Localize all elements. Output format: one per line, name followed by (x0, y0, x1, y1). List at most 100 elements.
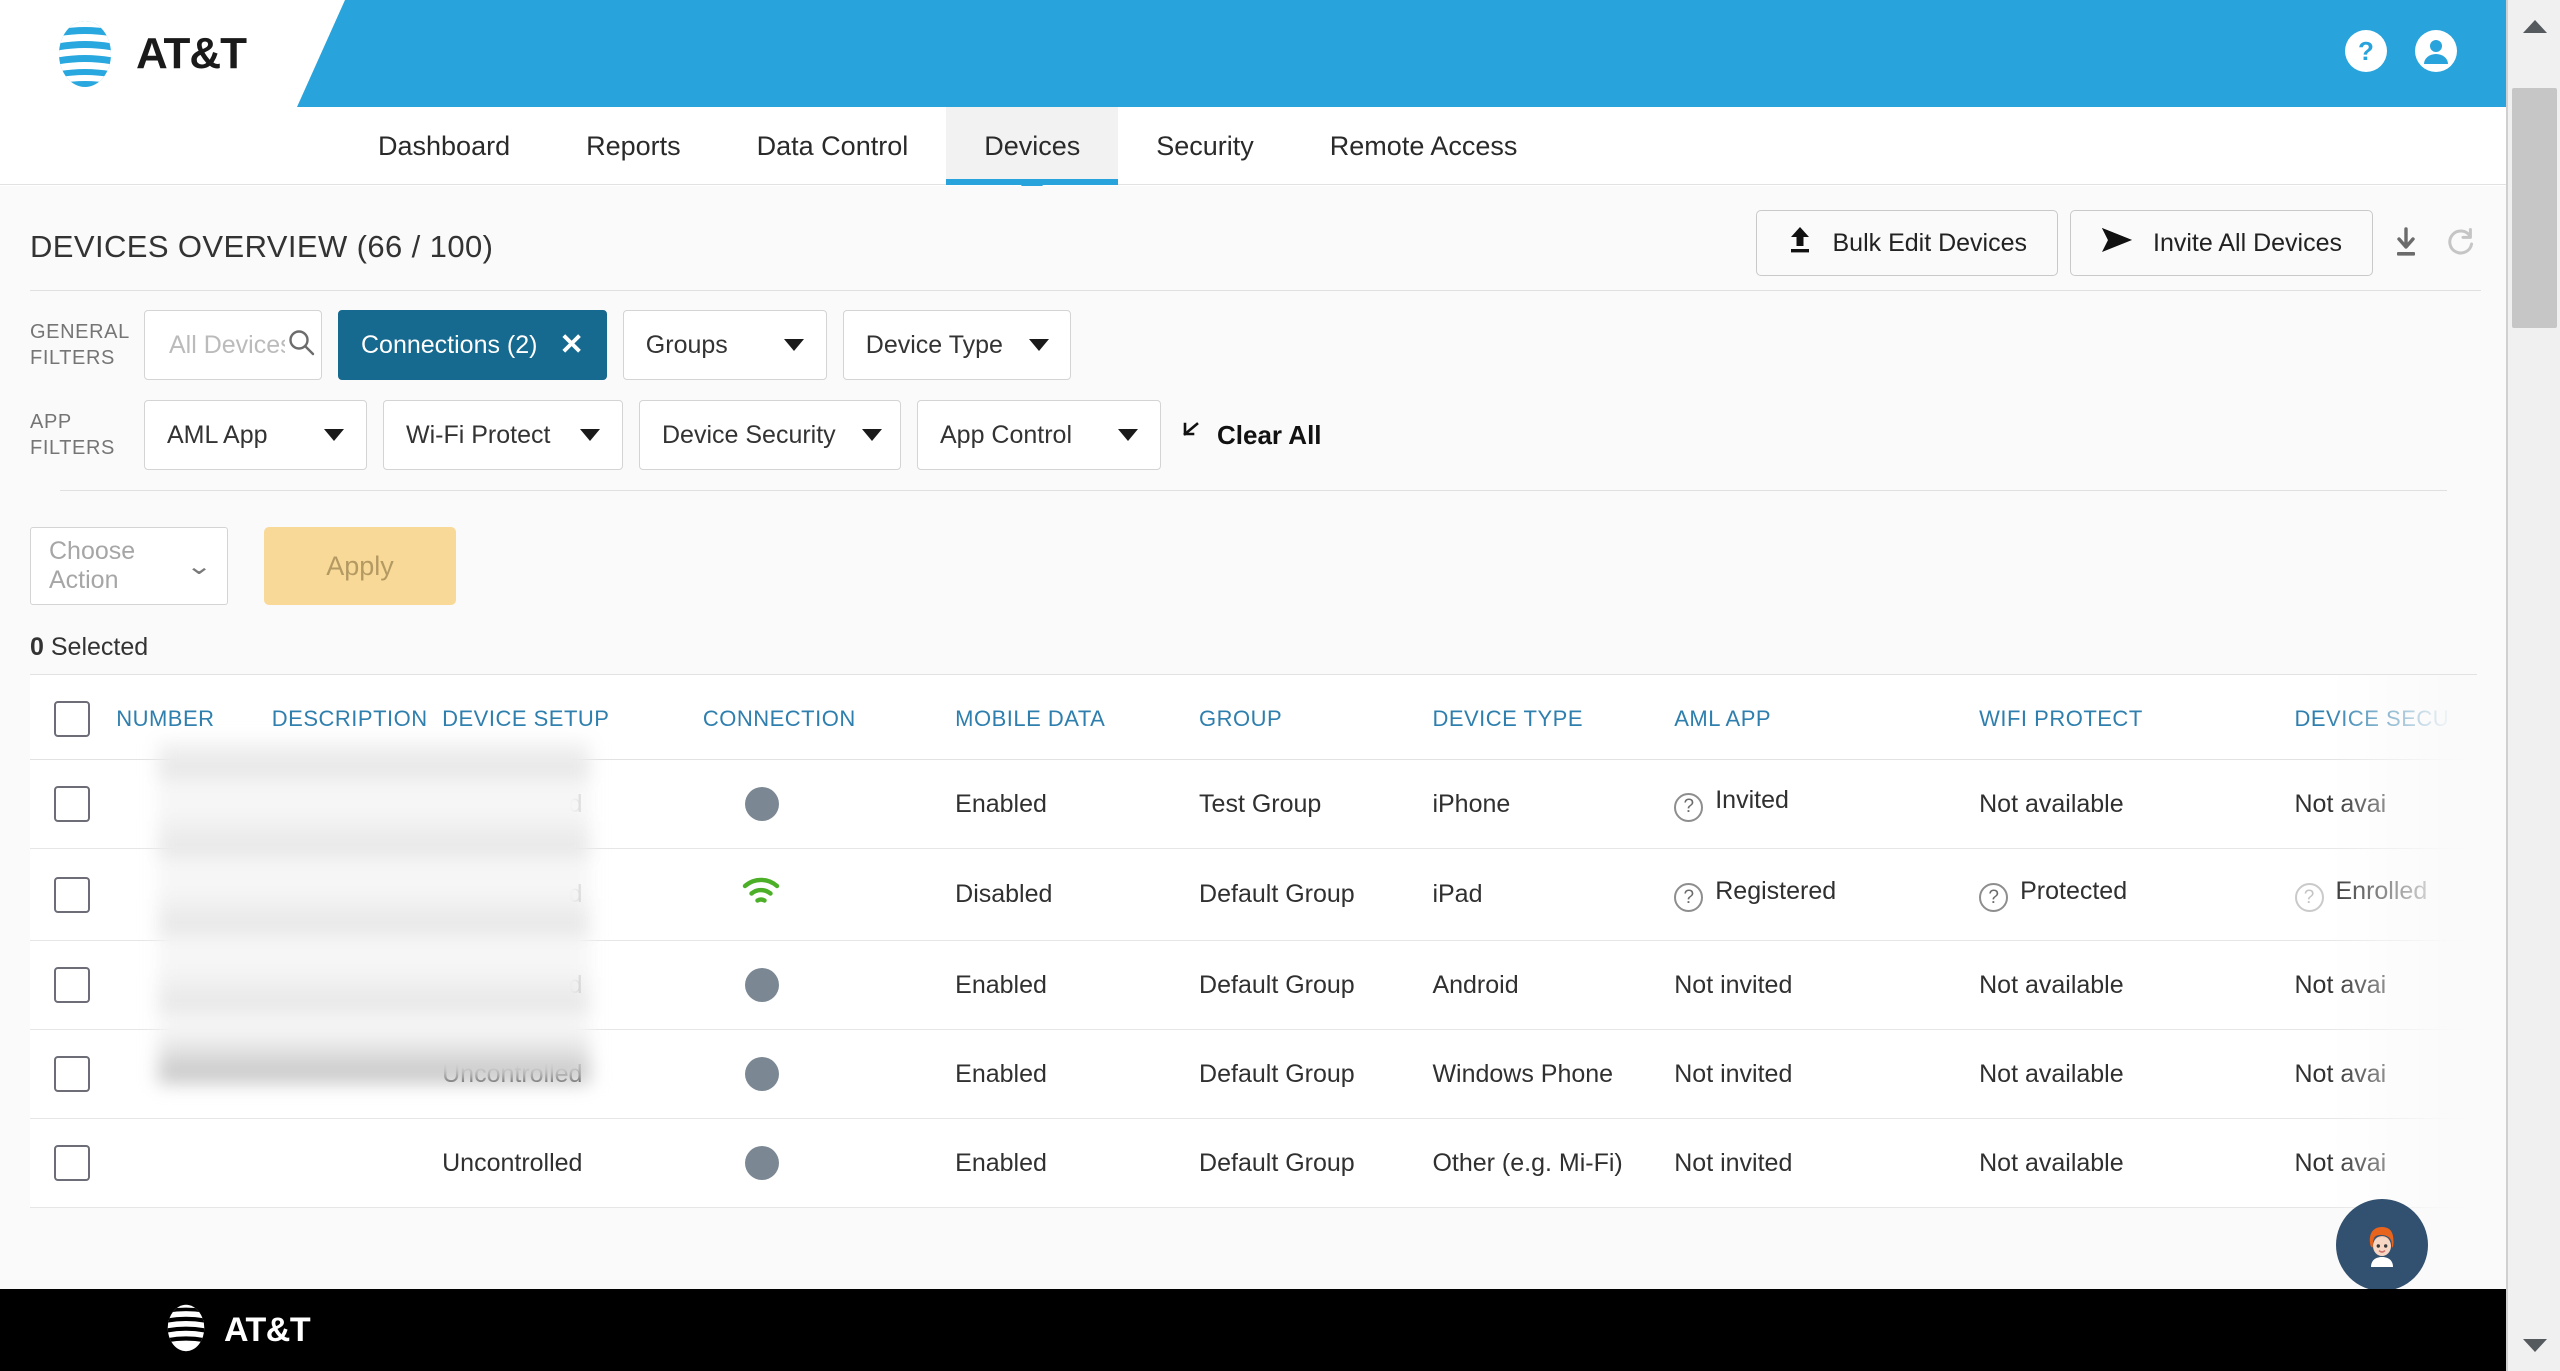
help-circle-icon[interactable]: ? (2345, 30, 2387, 72)
select-all-checkbox[interactable] (54, 701, 90, 737)
app-filters-row: APP FILTERS AML App Wi-Fi Protect Device… (30, 400, 2477, 470)
aml-app-filter-label: AML App (167, 420, 268, 449)
nav-tab-security[interactable]: Security (1118, 107, 1292, 185)
aml-app-status: Invited (1715, 786, 1789, 815)
scrollbar-up-button[interactable] (2508, 0, 2560, 52)
connection-offline-icon (744, 787, 779, 821)
nav-tab-remote-access[interactable]: Remote Access (1292, 107, 1556, 185)
cell-device-type: Other (e.g. Mi-Fi) (1432, 1118, 1675, 1208)
cell-device-setup: Uncontrolled (442, 848, 703, 941)
aml-app-status: Registered (1715, 876, 1837, 905)
bulk-edit-devices-button[interactable]: Bulk Edit Devices (1755, 210, 2059, 276)
cell-number (116, 940, 272, 1030)
cell-connection (702, 759, 956, 849)
cell-device-setup: Uncontrolled (442, 1118, 703, 1208)
cell-description (271, 848, 443, 941)
search-icon[interactable] (287, 328, 315, 363)
chevron-down-icon (2522, 1338, 2547, 1352)
info-help-icon[interactable]: ? (1674, 883, 1704, 913)
wifi-protect-filter-dropdown[interactable]: Wi-Fi Protect (383, 400, 623, 470)
info-help-icon[interactable]: ? (1979, 883, 2009, 913)
row-checkbox[interactable] (54, 1056, 90, 1092)
app-control-filter-dropdown[interactable]: App Control (917, 400, 1161, 470)
chevron-down-icon (1118, 429, 1138, 441)
scrollbar-down-button[interactable] (2508, 1319, 2560, 1371)
column-header-device-security[interactable]: DEVICE SECU (2294, 675, 2477, 760)
table-row[interactable]: Uncontrolled Enabled Default Group Andro… (30, 940, 2477, 1030)
search-field[interactable] (167, 329, 287, 361)
wifi-protect-status: Protected (2020, 876, 2128, 905)
nav-tab-dashboard[interactable]: Dashboard (340, 107, 548, 185)
row-checkbox[interactable] (54, 786, 90, 822)
download-icon[interactable] (2385, 218, 2427, 268)
groups-filter-dropdown[interactable]: Groups (622, 310, 827, 380)
chevron-down-icon: ⌄ (185, 552, 213, 580)
row-checkbox[interactable] (54, 967, 90, 1003)
cell-device-setup: Uncontrolled (442, 759, 703, 849)
table-header-row: NUMBER DESCRIPTION DEVICE SETUP CONNECTI… (30, 675, 2477, 760)
cell-wifi-protect: Not available (1979, 1118, 2295, 1208)
chevron-down-icon (783, 339, 804, 351)
device-type-filter-dropdown[interactable]: Device Type (842, 310, 1071, 380)
column-header-wifi-protect[interactable]: WIFI PROTECT (1979, 675, 2295, 760)
refresh-icon[interactable] (2439, 218, 2481, 268)
nav-tab-label: Security (1156, 130, 1254, 161)
table-row[interactable]: Uncontrolled Enabled Test Group iPhone ?… (30, 759, 2477, 849)
scrollbar-thumb[interactable] (2512, 88, 2557, 328)
main-navigation: Dashboard Reports Data Control Devices S… (0, 107, 2506, 199)
chevron-down-icon (324, 429, 344, 441)
info-help-icon[interactable]: ? (1674, 792, 1704, 822)
cell-device-security: ? Enrolled (2294, 848, 2477, 941)
connection-offline-icon (744, 1057, 779, 1091)
search-input[interactable] (144, 310, 322, 380)
nav-tab-data-control[interactable]: Data Control (719, 107, 947, 185)
column-header-aml-app[interactable]: AML APP (1674, 675, 1980, 760)
column-header-mobile-data[interactable]: MOBILE DATA (955, 675, 1200, 760)
wifi-protect-filter-label: Wi-Fi Protect (406, 420, 551, 449)
nav-tab-reports[interactable]: Reports (548, 107, 719, 185)
info-help-icon[interactable]: ? (2294, 883, 2324, 913)
topbar-icon-group: ? (2345, 30, 2457, 72)
table-row[interactable]: Uncontrolled Disabled Default Group iPad… (30, 848, 2477, 941)
column-header-description[interactable]: DESCRIPTION (271, 675, 443, 760)
column-header-device-type[interactable]: DEVICE TYPE (1432, 675, 1675, 760)
account-circle-icon[interactable] (2415, 30, 2457, 72)
apply-button[interactable]: Apply (264, 527, 456, 605)
att-logo[interactable]: AT&T (48, 16, 247, 92)
cell-wifi-protect: ? Protected (1979, 848, 2295, 941)
column-header-group[interactable]: GROUP (1199, 675, 1433, 760)
chat-avatar-icon[interactable] (2336, 1199, 2428, 1291)
aml-app-filter-dropdown[interactable]: AML App (144, 400, 367, 470)
table-row[interactable]: Uncontrolled Enabled Default Group Windo… (30, 1029, 2477, 1119)
device-security-status: Enrolled (2335, 876, 2428, 905)
clear-all-filters-button[interactable]: Clear All (1183, 420, 1322, 451)
choose-action-select[interactable]: Choose Action ⌄ (30, 527, 228, 605)
nav-tab-devices[interactable]: Devices (946, 107, 1119, 199)
column-header-device-setup[interactable]: DEVICE SETUP (442, 675, 703, 760)
close-icon[interactable]: ✕ (559, 330, 583, 360)
table-row[interactable]: Uncontrolled Enabled Default Group Other… (30, 1118, 2477, 1208)
connection-offline-icon (744, 968, 779, 1002)
row-checkbox[interactable] (54, 1145, 90, 1181)
column-header-number[interactable]: NUMBER (116, 675, 272, 760)
att-globe-icon (48, 17, 122, 91)
footer-att-wordmark: AT&T (224, 1310, 311, 1349)
cell-mobile-data: Enabled (955, 759, 1200, 849)
nav-tab-label: Dashboard (378, 130, 511, 161)
page-header-row: DEVICES OVERVIEW (66 / 100) Bulk Edit De… (0, 186, 2506, 296)
browser-window: AT&T ? Dashboard Reports Data Control De… (0, 0, 2560, 1371)
browser-scrollbar[interactable] (2507, 0, 2560, 1371)
chevron-down-icon (861, 429, 882, 441)
connections-filter-chip[interactable]: Connections (2) ✕ (338, 310, 607, 380)
device-security-filter-dropdown[interactable]: Device Security (639, 400, 901, 470)
cell-group: Test Group (1199, 759, 1433, 849)
banner-blue-shape (297, 0, 2506, 107)
row-checkbox[interactable] (54, 876, 90, 913)
column-header-connection[interactable]: CONNECTION (702, 675, 956, 760)
svg-text:?: ? (2358, 36, 2374, 66)
connections-filter-label: Connections (2) (361, 330, 538, 359)
cell-mobile-data: Enabled (955, 940, 1200, 1030)
cell-description (271, 1118, 443, 1208)
invite-all-devices-button[interactable]: Invite All Devices (2070, 210, 2373, 276)
selected-count-text: 0 Selected (0, 605, 2506, 674)
